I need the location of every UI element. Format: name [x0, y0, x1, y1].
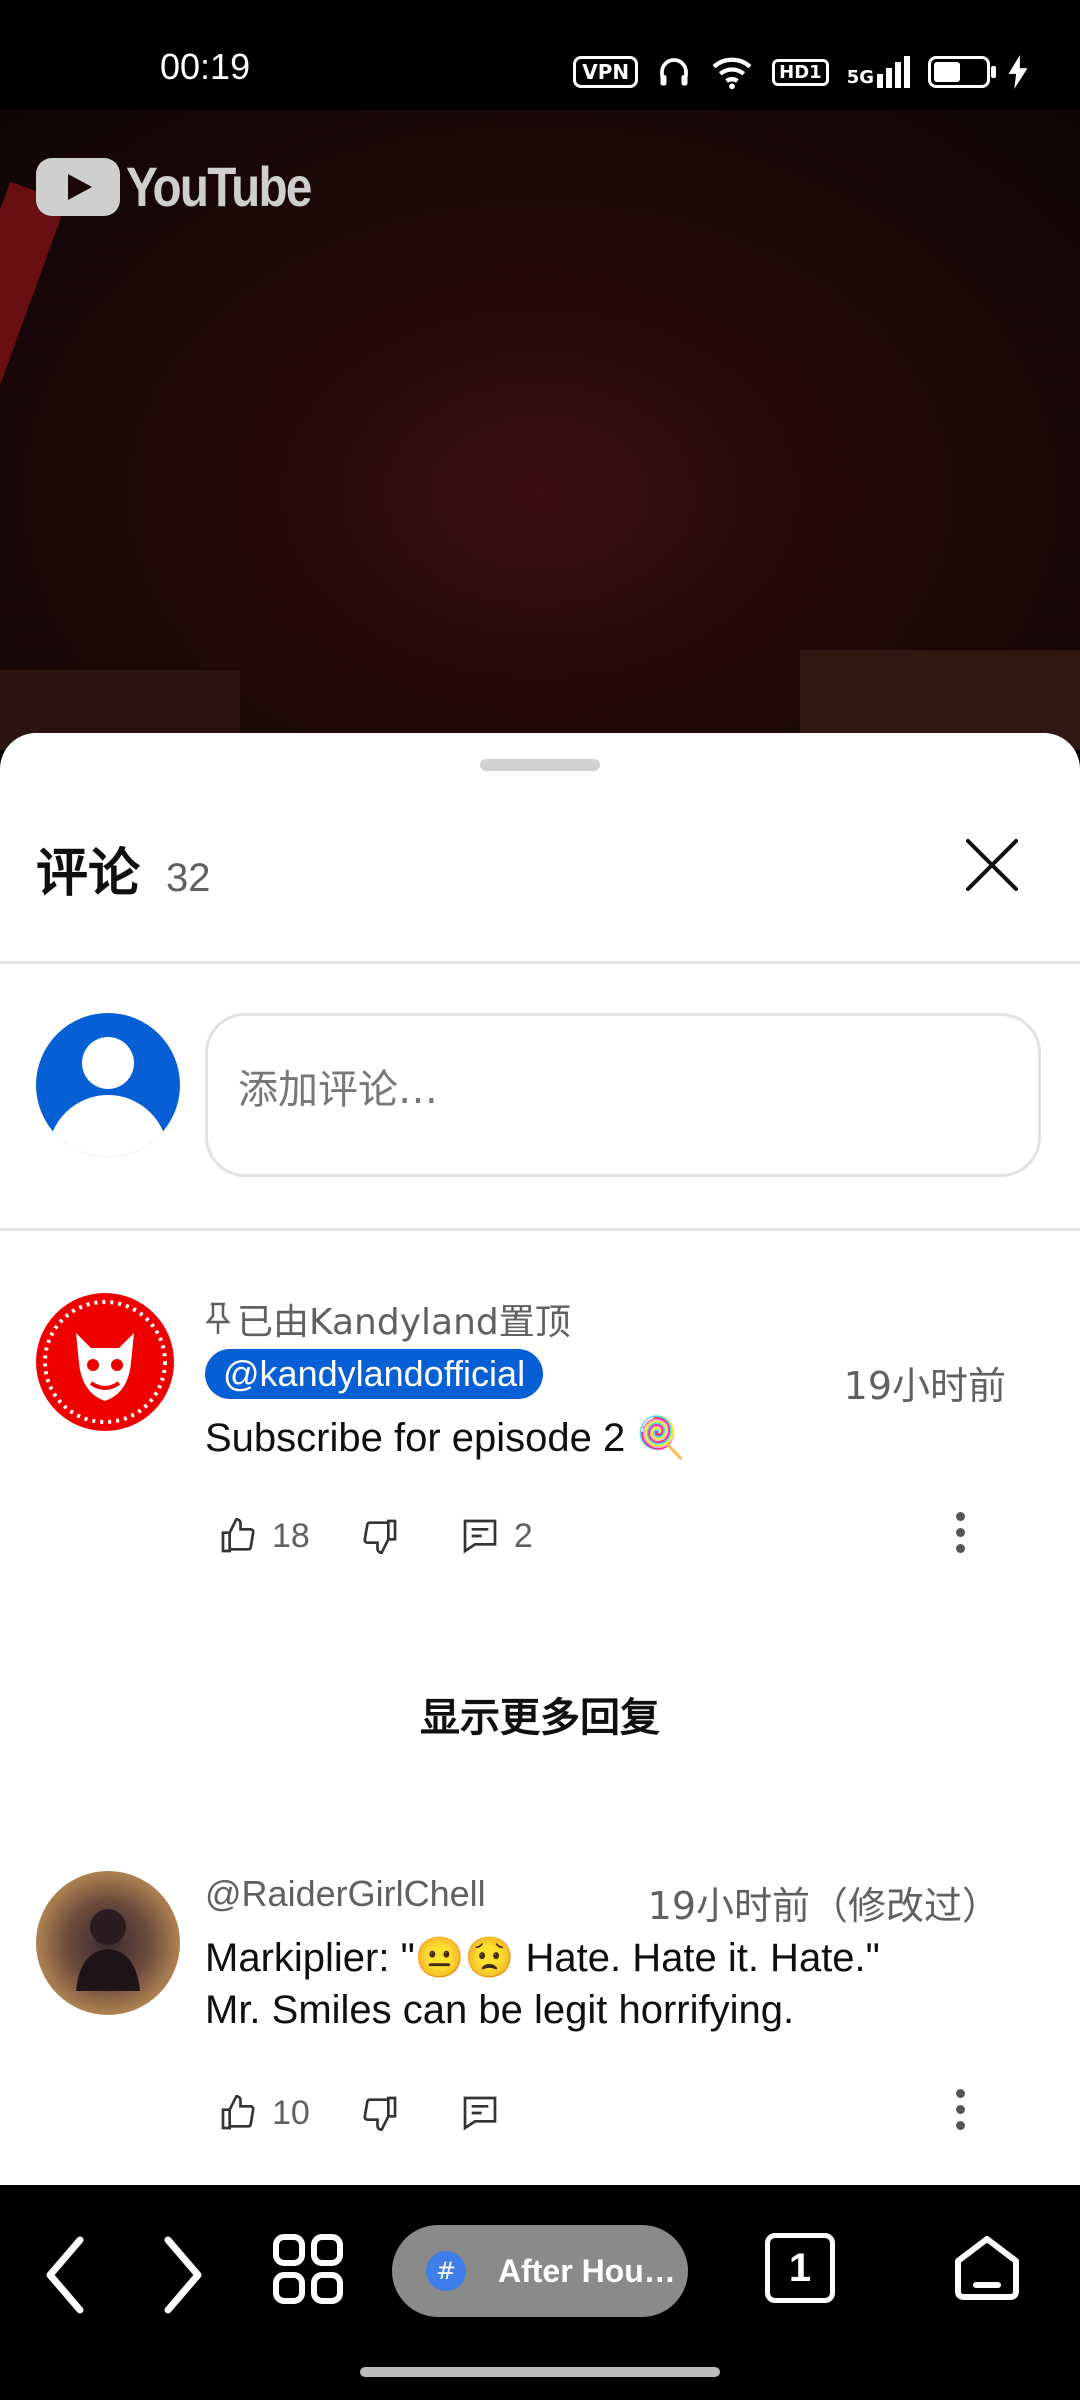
comment-text: Subscribe for episode 2 🍭 [205, 1416, 687, 1460]
home-button[interactable] [952, 2233, 1022, 2307]
youtube-wordmark: YouTube [126, 155, 312, 218]
comment-author-chip[interactable]: @kandylandofficial [205, 1349, 544, 1399]
profile-photo-icon [76, 1909, 140, 1991]
like-count: 18 [272, 1516, 310, 1555]
status-bar: 00:19 VPN HD1 5G [0, 0, 1080, 110]
input-divider [0, 1228, 1080, 1231]
thumbs-down-icon [363, 2096, 397, 2132]
grid-icon [273, 2234, 343, 2304]
hd-icon: HD1 [772, 58, 829, 86]
youtube-play-icon [36, 157, 120, 216]
comments-sheet: 评论 32 已由Kandyland置顶 @kandylandofficial 1… [0, 733, 1080, 2185]
menu-grid-button[interactable] [272, 2233, 344, 2309]
drag-handle[interactable] [480, 759, 600, 771]
avatar-raidergirlchell[interactable] [36, 1871, 180, 2015]
forward-button[interactable] [158, 2230, 208, 2324]
pinned-text: 已由Kandyland置顶 [237, 1302, 571, 1343]
home-icon [955, 2236, 1019, 2300]
tabs-count-button[interactable]: 1 [765, 2233, 835, 2303]
charging-icon [1008, 55, 1028, 89]
thumbs-up-icon [221, 1517, 255, 1553]
current-tab-label: After Hou… [498, 2252, 676, 2289]
add-comment-input[interactable] [236, 1066, 1020, 1114]
close-button[interactable] [964, 837, 1020, 893]
like-button[interactable] [218, 2093, 258, 2133]
wifi-icon [712, 57, 752, 90]
reply-icon [463, 2096, 497, 2131]
comment-time: 19小时前 [843, 1364, 1006, 1408]
thumbs-down-icon [363, 1519, 397, 1555]
comment-actions: 10 [218, 2083, 500, 2143]
video-frame-curtain [0, 181, 67, 579]
comment-text-line: Mr. Smiles can be legit horrifying. [205, 1988, 795, 2032]
comments-header: 评论 32 [36, 831, 211, 906]
video-player[interactable]: YouTube [0, 110, 1080, 750]
comments-title: 评论 [36, 844, 141, 904]
kandyland-logo-icon [43, 1300, 167, 1424]
dislike-button[interactable] [360, 1516, 400, 1556]
browser-bottom-bar: # After Hou… 1 [0, 2185, 1080, 2400]
signal-icon: 5G [847, 56, 910, 88]
status-icons: VPN HD1 5G [573, 54, 1028, 90]
comment-time: 19小时前（修改过） [647, 1884, 1000, 1928]
vpn-icon: VPN [573, 56, 639, 88]
thumbs-up-icon [221, 2094, 255, 2130]
headphones-icon [660, 58, 689, 86]
status-time: 00:19 [160, 46, 251, 87]
close-icon [966, 839, 1018, 891]
youtube-logo: YouTube [36, 154, 343, 219]
battery-icon [928, 56, 996, 88]
like-count: 10 [272, 2093, 310, 2132]
dislike-button[interactable] [360, 2093, 400, 2133]
reply-button[interactable] [460, 1516, 500, 1556]
chevron-right-icon [164, 2236, 202, 2314]
pin-icon [205, 1302, 231, 1334]
like-button[interactable] [218, 1516, 258, 1556]
header-divider [0, 961, 1080, 964]
reply-count: 2 [513, 1516, 533, 1555]
comment-more-button[interactable] [950, 1505, 970, 1560]
back-button[interactable] [40, 2230, 90, 2324]
current-tab-pill[interactable]: # After Hou… [392, 2225, 688, 2317]
comment-text-line: Markiplier: "😐😟 Hate. Hate it. Hate." [205, 1936, 880, 1980]
add-comment-field[interactable] [205, 1013, 1041, 1177]
tab-favicon-icon: # [426, 2251, 466, 2291]
comment-more-button[interactable] [950, 2082, 970, 2137]
reply-icon [463, 1519, 497, 1554]
show-more-replies-button[interactable]: 显示更多回复 [0, 1685, 1080, 1743]
reply-button[interactable] [460, 2093, 500, 2133]
pinned-label: 已由Kandyland置顶 [205, 1293, 571, 1345]
chevron-left-icon [46, 2236, 84, 2314]
my-avatar [36, 1013, 180, 1157]
comment-author[interactable]: @RaiderGirlChell [205, 1873, 486, 1915]
comments-count: 32 [166, 856, 211, 900]
comment-actions: 18 2 [218, 1506, 583, 1566]
gesture-bar[interactable] [360, 2367, 720, 2377]
avatar-kandyland[interactable] [36, 1293, 174, 1431]
